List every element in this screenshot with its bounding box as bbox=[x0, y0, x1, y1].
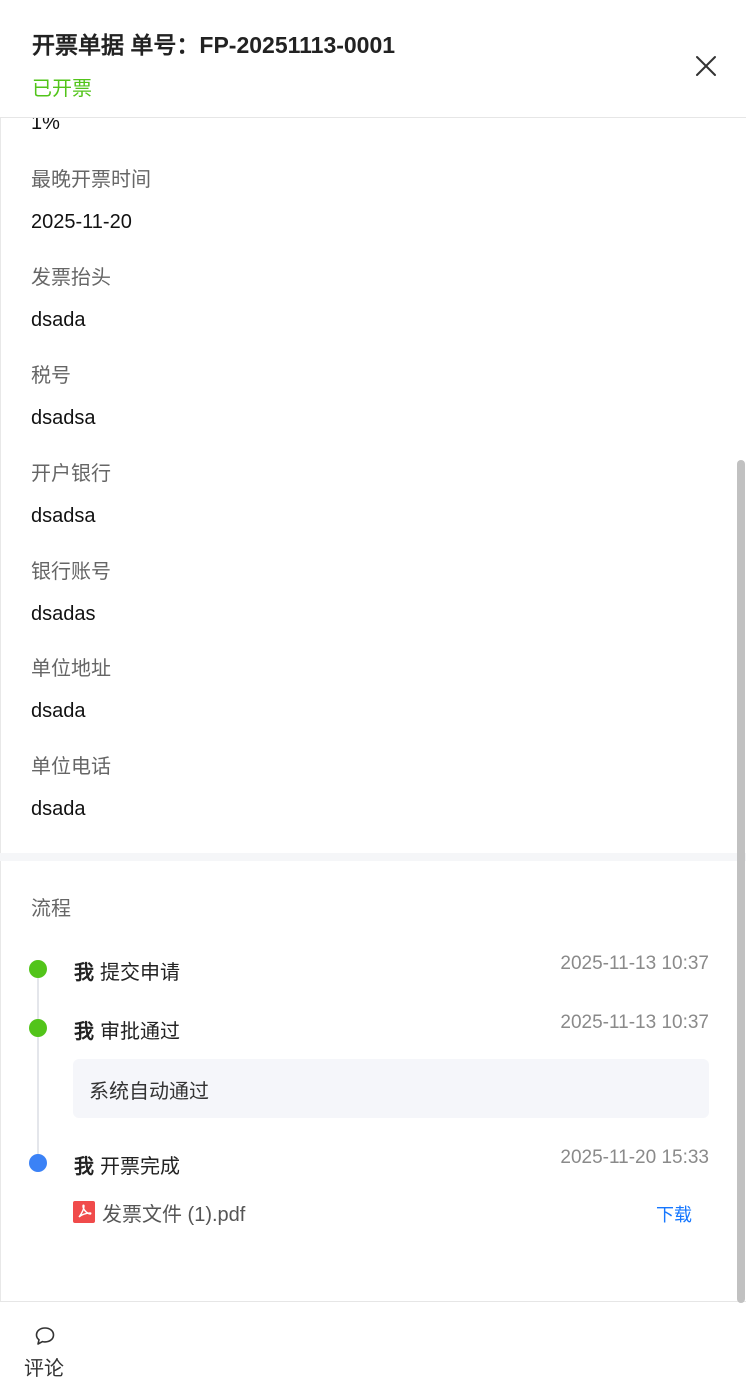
field-value: dsadas bbox=[31, 603, 96, 625]
field-value: dsadsa bbox=[31, 505, 96, 527]
comment-button[interactable]: 评论 bbox=[22, 1320, 68, 1380]
timeline-dot-current bbox=[29, 1154, 47, 1172]
drawer-content[interactable]: 1% 最晚开票时间 2025-11-20 发票抬头 dsada 税号 dsads… bbox=[0, 118, 746, 1301]
attachment-file-name[interactable]: 发票文件 (1).pdf bbox=[102, 1198, 245, 1227]
timeline-dot-completed bbox=[29, 960, 47, 978]
field-value: dsadsa bbox=[31, 407, 96, 429]
step-actor: 我 bbox=[74, 962, 94, 984]
timeline-line bbox=[37, 970, 39, 1163]
field-label: 税号 bbox=[31, 365, 71, 387]
field-value: dsada bbox=[31, 798, 86, 820]
field-invoice-title: 发票抬头 dsada bbox=[31, 265, 111, 333]
field-value: 2025-11-20 bbox=[31, 211, 132, 233]
step-time: 2025-11-20 15:33 bbox=[560, 1147, 709, 1168]
field-label: 最晚开票时间 bbox=[31, 169, 151, 191]
timeline-step-approve: 我审批通过 bbox=[74, 1015, 180, 1044]
field-bank-name: 开户银行 dsadsa bbox=[31, 461, 111, 529]
field-latest-invoice-time: 最晚开票时间 2025-11-20 bbox=[31, 167, 151, 235]
download-link[interactable]: 下载 bbox=[656, 1201, 692, 1227]
field-label: 开户银行 bbox=[31, 463, 111, 485]
timeline-dot-completed bbox=[29, 1019, 47, 1037]
close-button[interactable] bbox=[692, 52, 720, 80]
speech-bubble-icon bbox=[35, 1327, 55, 1345]
close-icon bbox=[696, 56, 716, 76]
field-value-partial: 1% bbox=[31, 118, 60, 134]
step-actor: 我 bbox=[74, 1156, 94, 1178]
drawer-header: 开票单据 单号：FP-20251113-0001 已开票 bbox=[0, 0, 746, 118]
process-section-title: 流程 bbox=[31, 898, 71, 920]
field-value: dsada bbox=[31, 700, 86, 722]
field-company-phone: 单位电话 dsada bbox=[31, 754, 111, 822]
step-comment: 系统自动通过 bbox=[73, 1059, 709, 1118]
step-action: 开票完成 bbox=[100, 1156, 180, 1178]
field-label: 发票抬头 bbox=[31, 267, 111, 289]
drawer-footer: 评论 bbox=[0, 1301, 746, 1396]
timeline-step-invoiced: 我开票完成 bbox=[74, 1150, 180, 1179]
attachment-row: 发票文件 (1).pdf 下载 bbox=[73, 1198, 713, 1226]
step-actor: 我 bbox=[74, 1021, 94, 1043]
step-comment-text: 系统自动通过 bbox=[89, 1081, 209, 1103]
pdf-file-icon bbox=[73, 1201, 95, 1223]
field-label: 银行账号 bbox=[31, 561, 111, 583]
section-divider bbox=[0, 853, 746, 861]
page-title: 开票单据 单号：FP-20251113-0001 bbox=[32, 32, 396, 58]
field-value: dsada bbox=[31, 309, 86, 331]
field-tax-number: 税号 dsadsa bbox=[31, 363, 96, 431]
field-company-address: 单位地址 dsada bbox=[31, 656, 111, 724]
step-action: 提交申请 bbox=[100, 962, 180, 984]
status-badge: 已开票 bbox=[32, 78, 92, 100]
scrollbar-thumb[interactable] bbox=[737, 460, 745, 1303]
step-time: 2025-11-13 10:37 bbox=[560, 953, 709, 974]
field-bank-account: 银行账号 dsadas bbox=[31, 559, 111, 627]
step-action: 审批通过 bbox=[100, 1021, 180, 1043]
field-label: 单位电话 bbox=[31, 756, 111, 778]
comment-button-label: 评论 bbox=[24, 1358, 64, 1380]
timeline-step-submit: 我提交申请 bbox=[74, 956, 180, 985]
field-label: 单位地址 bbox=[31, 658, 111, 680]
step-time: 2025-11-13 10:37 bbox=[560, 1012, 709, 1033]
